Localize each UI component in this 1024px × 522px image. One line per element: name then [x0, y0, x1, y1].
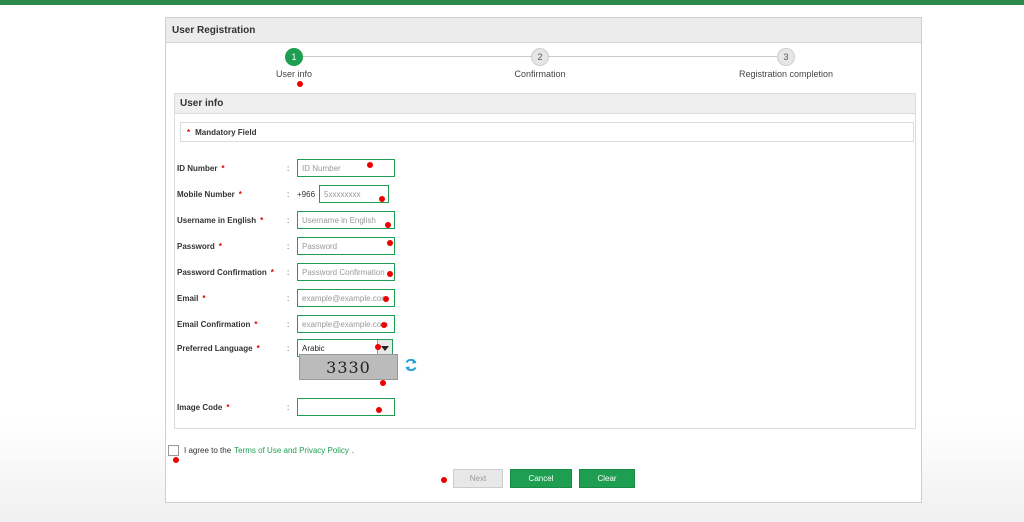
username-input[interactable]: Username in English [297, 211, 395, 229]
image-code-label: Image Code * [177, 402, 230, 412]
password-label: Password * [177, 241, 222, 251]
annotation-marker [381, 322, 387, 328]
annotation-marker [383, 296, 389, 302]
annotation-marker [367, 162, 373, 168]
registration-panel: User Registration 1 User info 2 Confirma… [165, 17, 922, 503]
action-buttons: Next Cancel Clear [166, 469, 921, 489]
mandatory-note: * Mandatory Field [180, 122, 914, 142]
step-user-info: 1 User info [214, 48, 374, 79]
annotation-marker [173, 457, 179, 463]
annotation-marker [376, 407, 382, 413]
row-email-confirm: Email Confirmation * : example@example.co… [177, 314, 395, 334]
annotation-marker [387, 271, 393, 277]
row-password: Password * : Password [177, 236, 395, 256]
step-label: Registration completion [738, 69, 834, 79]
annotation-marker [297, 81, 303, 87]
step-number: 1 [285, 48, 303, 66]
annotation-marker [380, 380, 386, 386]
terms-checkbox[interactable] [168, 445, 179, 456]
step-label: Confirmation [514, 69, 566, 79]
progress-stepper: 1 User info 2 Confirmation 3 Registratio… [166, 48, 921, 84]
clear-button[interactable]: Clear [579, 469, 635, 488]
password-confirm-input[interactable]: Password Confirmation [297, 263, 395, 281]
mandatory-text: Mandatory Field [195, 127, 257, 137]
row-password-confirm: Password Confirmation * : Password Confir… [177, 262, 395, 282]
captcha-image: 3330 [299, 354, 398, 380]
annotation-marker [441, 477, 447, 483]
step-label: User info [275, 69, 312, 79]
terms-agreement: I agree to the Terms of Use and Privacy … [168, 445, 354, 456]
row-email: Email * : example@example.com [177, 288, 395, 308]
id-number-input[interactable]: ID Number [297, 159, 395, 177]
id-number-label: ID Number * [177, 163, 225, 173]
annotation-marker [379, 196, 385, 202]
step-number: 3 [777, 48, 795, 66]
annotation-marker [385, 222, 391, 228]
annotation-marker [387, 240, 393, 246]
language-label: Preferred Language * [177, 343, 260, 353]
row-image-code: Image Code * : [177, 397, 395, 417]
password-input[interactable]: Password [297, 237, 395, 255]
step-confirmation: 2 Confirmation [460, 48, 620, 79]
username-label: Username in English * [177, 215, 264, 225]
next-button[interactable]: Next [453, 469, 503, 488]
row-id-number: ID Number * : ID Number [177, 158, 395, 178]
mobile-label: Mobile Number * [177, 189, 242, 199]
password-confirm-label: Password Confirmation * [177, 267, 274, 277]
cancel-button[interactable]: Cancel [510, 469, 572, 488]
section-title: User info [175, 94, 915, 114]
terms-prefix: I agree to the [184, 446, 232, 455]
terms-link[interactable]: Terms of Use and Privacy Policy [234, 446, 349, 455]
email-label: Email * [177, 293, 206, 303]
panel-title: User Registration [166, 18, 921, 43]
refresh-icon[interactable] [404, 358, 418, 372]
required-star: * [187, 127, 191, 137]
email-input[interactable]: example@example.com [297, 289, 395, 307]
user-info-section: User info * Mandatory Field ID Number * :… [174, 93, 916, 429]
email-confirm-label: Email Confirmation * [177, 319, 258, 329]
row-username: Username in English * : Username in Engli… [177, 210, 395, 230]
language-value: Arabic [302, 343, 325, 353]
row-mobile: Mobile Number * : +966 5xxxxxxxx [177, 184, 390, 204]
country-code: +966 [297, 189, 316, 199]
annotation-marker [375, 344, 381, 350]
step-number: 2 [531, 48, 549, 66]
terms-suffix: . [351, 446, 355, 455]
step-registration-completion: 3 Registration completion [706, 48, 866, 79]
